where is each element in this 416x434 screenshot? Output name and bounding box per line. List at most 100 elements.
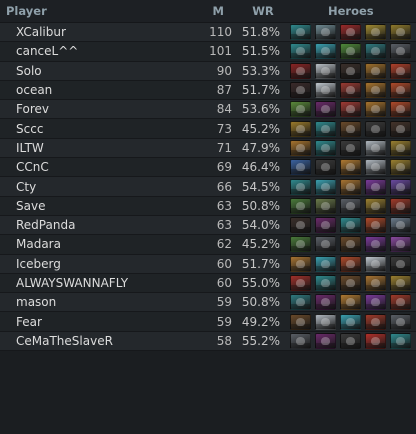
hero-portrait-cyan-icon[interactable]: [315, 255, 336, 272]
player-name-link[interactable]: Save: [0, 199, 190, 213]
hero-portrait-cyan-icon[interactable]: [340, 313, 361, 330]
hero-portrait-cyan-icon[interactable]: [315, 178, 336, 195]
hero-portrait-green-icon[interactable]: [340, 43, 361, 60]
hero-portrait-brown-icon[interactable]: [340, 120, 361, 137]
table-row[interactable]: Sccc 73 45.2%: [0, 119, 416, 139]
hero-portrait-violet-icon[interactable]: [390, 236, 411, 253]
player-name-link[interactable]: CeMaTheSlaveR: [0, 334, 190, 348]
hero-portrait-amber-icon[interactable]: [340, 294, 361, 311]
hero-portrait-purple-icon[interactable]: [365, 178, 386, 195]
player-name-link[interactable]: Madara: [0, 237, 190, 251]
table-row[interactable]: ocean 87 51.7%: [0, 80, 416, 101]
hero-portrait-amber-icon[interactable]: [290, 139, 311, 156]
hero-portrait-teal-icon[interactable]: [315, 275, 336, 291]
hero-portrait-amber-icon[interactable]: [365, 82, 386, 99]
hero-portrait-amber-icon[interactable]: [340, 178, 361, 195]
hero-portrait-brown-icon[interactable]: [340, 275, 361, 291]
header-winrate[interactable]: WR: [232, 4, 280, 18]
table-row[interactable]: mason 59 50.8%: [0, 293, 416, 313]
table-row[interactable]: canceL^^ 101 51.5%: [0, 42, 416, 62]
hero-portrait-teal-icon[interactable]: [390, 332, 411, 349]
hero-portrait-steel-icon[interactable]: [315, 24, 336, 41]
hero-portrait-blue-icon[interactable]: [290, 159, 311, 176]
hero-portrait-pale-icon[interactable]: [315, 82, 336, 99]
player-name-link[interactable]: ocean: [0, 83, 190, 97]
hero-portrait-dark-icon[interactable]: [290, 82, 311, 99]
hero-portrait-amber-icon[interactable]: [340, 159, 361, 176]
hero-portrait-purple-icon[interactable]: [315, 294, 336, 311]
hero-portrait-amber-icon[interactable]: [365, 275, 386, 291]
hero-portrait-pale-icon[interactable]: [365, 139, 386, 156]
hero-portrait-violet-icon[interactable]: [390, 178, 411, 195]
hero-portrait-teal-icon[interactable]: [290, 43, 311, 60]
hero-portrait-gold-icon[interactable]: [365, 197, 386, 214]
table-row[interactable]: Save 63 50.8%: [0, 196, 416, 216]
table-row[interactable]: Iceberg 60 51.7%: [0, 254, 416, 274]
hero-portrait-dark-icon[interactable]: [340, 332, 361, 349]
hero-portrait-cyan-icon[interactable]: [315, 43, 336, 60]
header-player[interactable]: Player: [0, 4, 190, 18]
table-row[interactable]: CeMaTheSlaveR 58 55.2%: [0, 331, 416, 352]
hero-portrait-dark-icon[interactable]: [340, 62, 361, 79]
hero-portrait-amber-icon[interactable]: [290, 255, 311, 272]
hero-portrait-gold-icon[interactable]: [390, 139, 411, 156]
header-matches[interactable]: M: [190, 4, 232, 18]
hero-portrait-dark-icon[interactable]: [390, 255, 411, 272]
hero-portrait-dark-icon[interactable]: [365, 120, 386, 137]
hero-portrait-red-icon[interactable]: [390, 62, 411, 79]
player-name-link[interactable]: Iceberg: [0, 257, 190, 271]
hero-portrait-dark-icon[interactable]: [315, 159, 336, 176]
player-name-link[interactable]: canceL^^: [0, 44, 190, 58]
hero-portrait-red-icon[interactable]: [390, 101, 411, 118]
hero-portrait-amber-icon[interactable]: [365, 62, 386, 79]
hero-portrait-teal-icon[interactable]: [315, 120, 336, 137]
table-row[interactable]: ILTW 71 47.9%: [0, 138, 416, 159]
player-name-link[interactable]: Sccc: [0, 122, 190, 136]
hero-portrait-purple-icon[interactable]: [315, 332, 336, 349]
hero-portrait-teal-icon[interactable]: [365, 43, 386, 60]
hero-portrait-olive-icon[interactable]: [315, 197, 336, 214]
player-name-link[interactable]: ILTW: [0, 141, 190, 155]
hero-portrait-grey-icon[interactable]: [315, 236, 336, 253]
player-name-link[interactable]: CCnC: [0, 160, 190, 174]
hero-portrait-gold-icon[interactable]: [390, 275, 411, 291]
hero-portrait-pale-icon[interactable]: [315, 62, 336, 79]
hero-portrait-dark-icon[interactable]: [340, 139, 361, 156]
hero-portrait-grey-icon[interactable]: [390, 43, 411, 60]
player-name-link[interactable]: RedPanda: [0, 218, 190, 232]
player-name-link[interactable]: Fear: [0, 315, 190, 329]
hero-portrait-pale-icon[interactable]: [315, 313, 336, 330]
hero-portrait-teal-icon[interactable]: [315, 139, 336, 156]
hero-portrait-purple-icon[interactable]: [365, 236, 386, 253]
hero-portrait-gold-icon[interactable]: [290, 120, 311, 137]
table-row[interactable]: XCalibur 110 51.8%: [0, 23, 416, 43]
hero-portrait-red-icon[interactable]: [365, 217, 386, 234]
hero-portrait-crimson-icon[interactable]: [290, 62, 311, 79]
hero-portrait-teal-icon[interactable]: [340, 217, 361, 234]
hero-portrait-red-icon[interactable]: [340, 82, 361, 99]
hero-portrait-dark-icon[interactable]: [290, 217, 311, 234]
player-name-link[interactable]: mason: [0, 295, 190, 309]
hero-portrait-red-icon[interactable]: [390, 197, 411, 214]
player-name-link[interactable]: ALWAYSWANNAFLY: [0, 276, 190, 290]
player-name-link[interactable]: Forev: [0, 102, 190, 116]
hero-portrait-dark-icon[interactable]: [390, 120, 411, 137]
table-row[interactable]: Cty 66 54.5%: [0, 177, 416, 197]
table-row[interactable]: CCnC 69 46.4%: [0, 158, 416, 178]
hero-portrait-purple-icon[interactable]: [315, 217, 336, 234]
hero-portrait-grey-icon[interactable]: [290, 332, 311, 349]
hero-portrait-red-icon[interactable]: [365, 332, 386, 349]
table-row[interactable]: ALWAYSWANNAFLY 60 55.0%: [0, 273, 416, 294]
hero-portrait-green-icon[interactable]: [290, 236, 311, 253]
hero-portrait-brown-icon[interactable]: [290, 313, 311, 330]
hero-portrait-brown-icon[interactable]: [340, 236, 361, 253]
hero-portrait-red-icon[interactable]: [390, 82, 411, 99]
hero-portrait-red-icon[interactable]: [290, 275, 311, 291]
hero-portrait-green-icon[interactable]: [290, 197, 311, 214]
table-row[interactable]: Fear 59 49.2%: [0, 312, 416, 332]
hero-portrait-steel-icon[interactable]: [390, 217, 411, 234]
hero-portrait-grey-icon[interactable]: [390, 313, 411, 330]
hero-portrait-amber-icon[interactable]: [365, 101, 386, 118]
hero-portrait-teal-icon[interactable]: [290, 178, 311, 195]
hero-portrait-purple-icon[interactable]: [365, 294, 386, 311]
